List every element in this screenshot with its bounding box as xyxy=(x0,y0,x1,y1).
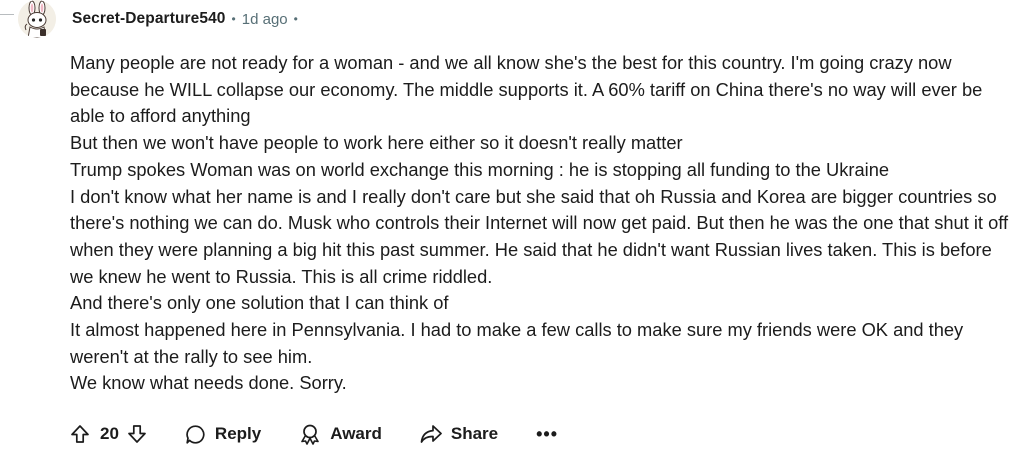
comment-paragraph: I don't know what her name is and I real… xyxy=(70,185,1009,287)
reply-button[interactable]: Reply xyxy=(185,424,261,445)
comment-paragraph: Trump spokes Woman was on world exchange… xyxy=(70,158,890,180)
reply-label: Reply xyxy=(214,424,262,443)
share-button[interactable]: Share xyxy=(420,424,498,444)
award-ribbon-icon xyxy=(299,423,321,445)
comment-paragraph: And there's only one solution that I can… xyxy=(70,292,449,314)
comment-action-bar: 20 Reply Award Share ••• xyxy=(70,419,558,449)
comment-paragraph: Many people are not ready for a woman - … xyxy=(70,52,983,127)
avatar-snoo-icon xyxy=(18,0,56,38)
separator-dot: • xyxy=(293,12,298,26)
separator-dot: • xyxy=(231,12,236,26)
comment-paragraph: It almost happened here in Pennsylvania.… xyxy=(70,319,964,367)
speech-bubble-icon xyxy=(185,424,206,445)
thread-line xyxy=(0,0,14,15)
vote-count: 20 xyxy=(100,424,119,443)
share-label: Share xyxy=(450,424,499,443)
comment-paragraph: We know what needs done. Sorry. xyxy=(70,372,347,394)
author-name[interactable]: Secret-Departure540 xyxy=(72,10,226,28)
vote-group: 20 xyxy=(70,424,147,444)
comment-header: Secret-Departure540 • 1d ago • xyxy=(72,5,298,33)
share-arrow-icon xyxy=(420,424,442,444)
comment: Secret-Departure540 • 1d ago • Many peop… xyxy=(0,0,1024,450)
timestamp[interactable]: 1d ago xyxy=(242,11,288,28)
avatar[interactable] xyxy=(18,0,56,38)
award-button[interactable]: Award xyxy=(299,423,382,445)
more-options-button[interactable]: ••• xyxy=(536,424,558,445)
downvote-icon[interactable] xyxy=(127,424,147,444)
comment-paragraph: But then we won't have people to work he… xyxy=(70,132,683,154)
award-label: Award xyxy=(330,424,382,443)
more-options-icon: ••• xyxy=(536,423,559,444)
comment-body: Many people are not ready for a woman - … xyxy=(70,50,1015,397)
upvote-icon[interactable] xyxy=(70,424,90,444)
